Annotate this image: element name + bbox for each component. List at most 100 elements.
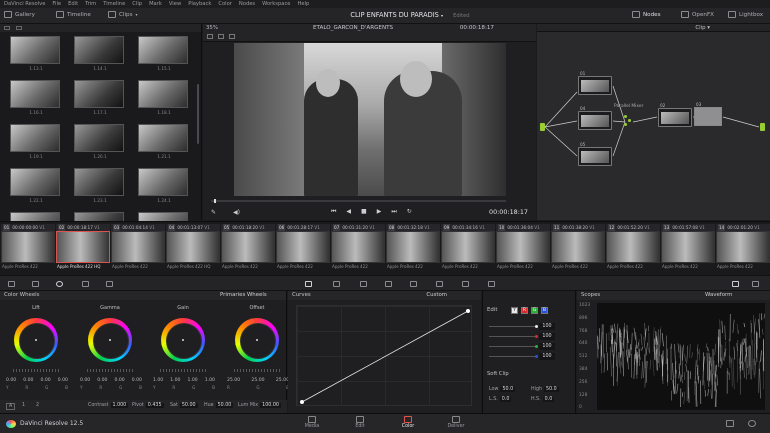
gallery-still[interactable]: 1.22.1 [10,168,62,205]
wheel-value[interactable]: 0.00 [115,378,125,383]
sizing-icon[interactable] [462,281,469,287]
gamma-wheel[interactable] [88,318,132,362]
channel-b-button[interactable]: B [541,307,548,314]
hs-field[interactable]: H.S. 0.0 [531,397,555,402]
motion-icon[interactable] [106,281,113,287]
wheel-value[interactable]: 0.00 [58,378,68,383]
wheel-value[interactable]: 1.00 [205,378,215,383]
intensity-value[interactable]: 100 [539,343,555,350]
curves-icon[interactable] [305,281,312,287]
wheel-value[interactable]: 25.00 [227,378,240,383]
lightbox-button[interactable]: Lightbox [728,11,763,18]
info-icon[interactable] [752,281,759,287]
menu-item[interactable]: Nodes [239,1,255,7]
curve-point[interactable] [300,400,304,404]
gallery-scrollbar[interactable] [197,84,199,144]
lift-master-slider[interactable] [13,369,59,372]
timeline-clip[interactable]: 14 00:02:01:20 V1 Apple ProRes 422 [716,224,770,272]
skip-back-icon[interactable]: ⏮ [331,208,336,216]
timeline-clip[interactable]: 02 00:00:18:17 V1 Apple ProRes 422 HQ [56,224,110,272]
menu-item[interactable]: Help [298,1,310,7]
menu-item[interactable]: File [52,1,61,7]
menu-item[interactable]: View [169,1,181,7]
curve-point[interactable] [466,309,470,313]
intensity-value[interactable]: 100 [539,323,555,330]
gallery-still[interactable]: 1.17.1 [74,80,126,117]
tracker-icon[interactable] [385,281,392,287]
scope-mode-dropdown[interactable]: Waveform [705,292,732,298]
offset-master-slider[interactable] [234,369,280,372]
timeline-clip[interactable]: 01 00:00:00:00 V1 Apple ProRes 422 [1,224,55,272]
node-output-icon[interactable] [760,123,765,131]
gain-master-slider[interactable] [160,369,206,372]
page-a-button[interactable]: A [6,403,16,410]
gallery-still[interactable]: 1.15.1 [138,36,190,73]
node-editor[interactable]: Clip ▾ 01 04 05 Parallel Mixer 02 03 [537,24,770,220]
3d-icon[interactable] [488,281,495,287]
intensity-value[interactable]: 100 [539,353,555,360]
wheel-value[interactable]: 0.00 [23,378,33,383]
contrast-field[interactable]: Contrast 1.000 [88,403,129,408]
channel-y-button[interactable]: Y [511,307,518,314]
timeline-clip[interactable]: 04 00:01:13:07 V1 Apple ProRes 422 HQ [166,224,220,272]
loop-icon[interactable]: ↻ [407,208,412,216]
node-01[interactable]: 01 [578,71,612,95]
gallery-still[interactable]: 1.19.1 [10,124,62,161]
video-frame[interactable] [234,43,506,196]
timeline-clip[interactable]: 09 00:01:34:16 V1 Apple ProRes 422 [441,224,495,272]
timeline-clip[interactable]: 13 00:01:57:08 V1 Apple ProRes 422 [661,224,715,272]
gallery-button[interactable]: Gallery [4,11,35,18]
gallery-still[interactable]: 1.21.1 [138,124,190,161]
curve-graph[interactable] [296,305,472,406]
wheel-value[interactable]: 1.00 [170,378,180,383]
page-tab-media[interactable]: Media [292,415,332,429]
offset-wheel[interactable] [235,318,279,362]
color-match-icon[interactable] [32,281,39,287]
clips-button[interactable]: Clips ▾ [108,11,138,18]
playhead[interactable] [213,199,216,203]
mixer-input-icon[interactable] [624,115,627,118]
wheels-mode-dropdown[interactable]: Primaries Wheels [220,292,267,298]
timeline-clip[interactable]: 11 00:01:38:20 V1 Apple ProRes 422 [551,224,605,272]
gain-wheel[interactable] [161,318,205,362]
home-icon[interactable] [726,420,734,427]
menu-item[interactable]: Timeline [103,1,125,7]
wheel-value[interactable]: 0.00 [132,378,142,383]
intensity-slider[interactable] [489,326,535,327]
node-05[interactable]: 05 [578,142,612,166]
camera-raw-icon[interactable] [8,281,15,287]
split-screen-icon[interactable] [207,34,213,39]
menu-item[interactable]: Playback [188,1,211,7]
gallery-still[interactable]: 1.24.1 [138,168,190,205]
menu-item[interactable]: Color [218,1,232,7]
wipe-icon[interactable] [218,34,224,39]
mixer-input-icon[interactable] [628,119,631,122]
wheel-value[interactable]: 1.00 [188,378,198,383]
timeline-clip[interactable]: 07 00:01:31:20 V1 Apple ProRes 422 [331,224,385,272]
timeline-clip[interactable]: 06 00:01:28:17 V1 Apple ProRes 422 [276,224,330,272]
pivot-field[interactable]: Pivot 0.435 [132,403,164,408]
key-icon[interactable] [436,281,443,287]
color-wheels-icon[interactable] [56,281,63,287]
play-icon[interactable]: ▶ [377,208,382,216]
saturation-field[interactable]: Sat 50.00 [170,403,198,408]
wheel-value[interactable]: 25.00 [251,378,264,383]
stop-icon[interactable]: ■ [361,208,367,216]
lum-mix-field[interactable]: Lum Mix 100.00 [238,403,281,408]
low-field[interactable]: Low 50.0 [489,387,516,392]
curves-mode-dropdown[interactable]: Custom [426,292,447,298]
menu-item[interactable]: Workspace [262,1,290,7]
hue-field[interactable]: Hue 50.00 [204,403,234,408]
timeline-clip[interactable]: 05 00:01:18:20 V1 Apple ProRes 422 [221,224,275,272]
intensity-slider[interactable] [489,346,535,347]
gamma-master-slider[interactable] [87,369,133,372]
ls-field[interactable]: L.S. 0.0 [489,397,512,402]
node-04[interactable]: 04 [578,106,612,130]
channel-r-button[interactable]: R [521,307,528,314]
audio-icon[interactable]: ◀) [233,209,240,216]
blur-icon[interactable] [410,281,417,287]
timeline-clip[interactable]: 12 00:01:52:20 V1 Apple ProRes 422 [606,224,660,272]
skip-forward-icon[interactable]: ⏭ [391,208,396,216]
menu-item[interactable]: Trim [85,1,96,7]
list-view-icon[interactable] [16,26,22,30]
